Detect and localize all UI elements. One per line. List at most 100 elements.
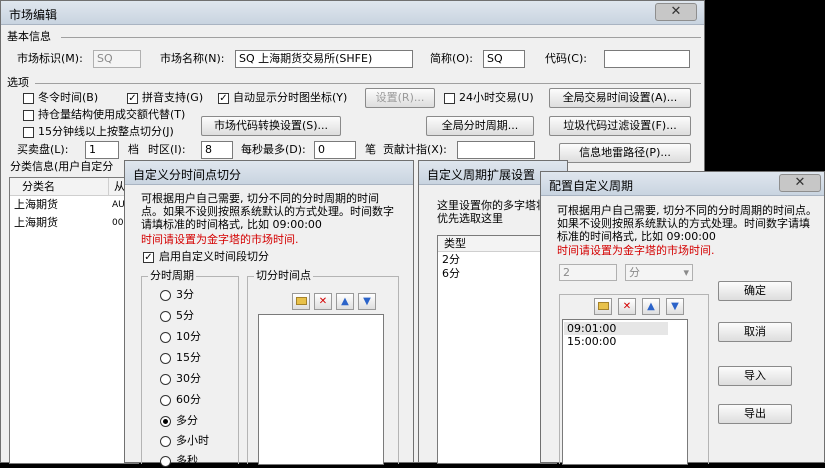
config-times-list[interactable]: 09:01:00 15:00:00: [562, 319, 688, 465]
delete-icon: ✕: [622, 301, 632, 312]
list-item[interactable]: 15:00:00: [564, 335, 668, 348]
config-period-close-button[interactable]: ✕: [779, 174, 821, 192]
timezone-input[interactable]: 8: [201, 141, 233, 159]
config-period-titlebar[interactable]: 配置自定义周期 ✕: [541, 172, 824, 196]
split-time-desc: 可根据用户自己需要, 切分不同的分时周期的时间点。如果不设则按照系统默认的方式处…: [141, 192, 399, 232]
basic-info-divider: [61, 37, 701, 38]
market-name-input[interactable]: SQ 上海期货交易所(SHFE): [235, 50, 413, 68]
period-label-multi-hour: 多小时: [176, 434, 209, 447]
split-time-dialog: 自定义分时间点切分 可根据用户自己需要, 切分不同的分时周期的时间点。如果不设则…: [124, 160, 414, 467]
auto-show-coord-checkbox[interactable]: ✓: [218, 93, 229, 104]
period-radio-3min[interactable]: [160, 290, 171, 301]
split-points-list[interactable]: [258, 314, 384, 465]
column-header-name[interactable]: 分类名: [22, 180, 55, 194]
winter-time-label: 冬令时间(B): [38, 91, 99, 104]
column-header-type[interactable]: 类型: [444, 237, 466, 251]
pinyin-checkbox[interactable]: ✓: [127, 93, 138, 104]
cancel-button[interactable]: 取消: [718, 322, 792, 342]
period-radio-60min[interactable]: [160, 395, 171, 406]
winter-time-checkbox[interactable]: [23, 93, 34, 104]
config-period-desc-text: 可根据用户自己需要, 切分不同的分时周期的时间点。如果不设则按照系统默认的方式处…: [557, 204, 817, 243]
table-row[interactable]: 上海期货 AU: [10, 196, 138, 213]
enable-custom-split-checkbox[interactable]: ✓: [143, 252, 154, 263]
market-id-input[interactable]: SQ: [93, 50, 141, 68]
chevron-down-icon: ▾: [683, 266, 689, 279]
column-divider: [108, 178, 109, 195]
period-radio-multi-sec[interactable]: [160, 456, 171, 467]
split-time-desc-text: 可根据用户自己需要, 切分不同的分时周期的时间点。如果不设则按照系统默认的方式处…: [141, 192, 394, 231]
class-table-header: 分类名 从: [10, 178, 138, 196]
period-label-30min: 30分: [176, 372, 201, 385]
list-item[interactable]: 09:01:00: [564, 322, 668, 335]
time-value: 09:01:00: [567, 322, 617, 335]
market-id-label: 市场标识(M):: [17, 52, 83, 65]
split-time-titlebar[interactable]: 自定义分时间点切分: [125, 161, 413, 185]
buysell-input[interactable]: 1: [85, 141, 119, 159]
row-from-cell: AU: [112, 200, 125, 210]
code-input[interactable]: [604, 50, 690, 68]
period-radio-5min[interactable]: [160, 311, 171, 322]
period-extension-list[interactable]: 类型 2分 6分: [437, 235, 557, 464]
period-label-10min: 10分: [176, 330, 201, 343]
auto-show-coord-label: 自动显示分时图坐标(Y): [233, 91, 348, 104]
move-down-button[interactable]: ▼: [666, 298, 684, 315]
add-folder-button[interactable]: [594, 298, 612, 315]
grade-label: 档: [128, 143, 139, 156]
delete-button[interactable]: ✕: [618, 298, 636, 315]
24h-trade-checkbox[interactable]: [444, 93, 455, 104]
market-code-convert-button[interactable]: 市场代码转换设置(S)...: [201, 116, 341, 136]
period-radio-multi-min[interactable]: [160, 416, 171, 427]
per-unit-label: 笔: [365, 143, 376, 156]
global-trade-time-button[interactable]: 全局交易时间设置(A)...: [549, 88, 691, 108]
list-item[interactable]: 6分: [442, 267, 460, 281]
delete-icon: ✕: [318, 296, 328, 307]
24h-trade-label: 24小时交易(U): [459, 91, 534, 104]
folder-icon: [597, 302, 609, 310]
class-table[interactable]: 分类名 从 上海期货 AU 上海期货 000: [9, 177, 139, 464]
delete-button[interactable]: ✕: [314, 293, 332, 310]
move-down-button[interactable]: ▼: [358, 293, 376, 310]
position-structure-checkbox[interactable]: [23, 110, 34, 121]
list-item[interactable]: 2分: [442, 253, 460, 267]
table-row[interactable]: 上海期货 000: [10, 214, 138, 231]
period-label-multi-min: 多分: [176, 414, 198, 427]
buysell-label: 买卖盘(L):: [17, 143, 69, 156]
period-number-input[interactable]: 2: [559, 264, 617, 281]
market-name-label: 市场名称(N):: [160, 52, 225, 65]
market-edit-titlebar[interactable]: 市场编辑 ✕: [1, 1, 704, 25]
15min-split-checkbox[interactable]: [23, 127, 34, 138]
add-folder-button[interactable]: [292, 293, 310, 310]
junk-code-filter-button[interactable]: 垃圾代码过滤设置(F)...: [549, 116, 691, 136]
import-button[interactable]: 导入: [718, 366, 792, 386]
market-edit-close-button[interactable]: ✕: [655, 3, 697, 21]
config-period-desc: 可根据用户自己需要, 切分不同的分时周期的时间点。如果不设则按照系统默认的方式处…: [557, 204, 819, 244]
settings-button[interactable]: 设置(R)...: [365, 88, 435, 108]
move-up-button[interactable]: ▲: [336, 293, 354, 310]
per-second-input[interactable]: 0: [314, 141, 356, 159]
move-up-button[interactable]: ▲: [642, 298, 660, 315]
split-points-group-title: 切分时间点: [254, 269, 313, 283]
period-radio-10min[interactable]: [160, 332, 171, 343]
close-icon: ✕: [794, 175, 806, 190]
section-options: 选项: [7, 76, 29, 89]
short-name-label: 简称(O):: [430, 52, 473, 65]
short-name-input[interactable]: SQ: [483, 50, 525, 68]
check-icon: ✓: [219, 93, 228, 104]
arrow-up-icon: ▲: [647, 301, 655, 312]
per-second-label: 每秒最多(D):: [241, 143, 306, 156]
period-radio-30min[interactable]: [160, 374, 171, 385]
period-radio-15min[interactable]: [160, 353, 171, 364]
row-name-cell: 上海期货: [14, 198, 58, 211]
market-edit-title: 市场编辑: [9, 8, 58, 22]
period-unit-select[interactable]: 分 ▾: [625, 264, 693, 281]
period-label-5min: 5分: [176, 309, 194, 322]
global-period-button[interactable]: 全局分时周期...: [426, 116, 534, 136]
ok-button[interactable]: 确定: [718, 281, 792, 301]
export-button[interactable]: 导出: [718, 404, 792, 424]
contrib-label: 贡献计指(X):: [383, 143, 447, 156]
info-mine-path-button[interactable]: 信息地雷路径(P)...: [559, 143, 691, 163]
period-extension-desc-text: 这里设置你的多字塔将优先选取这里: [437, 199, 547, 225]
contrib-input[interactable]: [457, 141, 535, 159]
period-radio-multi-hour[interactable]: [160, 436, 171, 447]
check-icon: ✓: [128, 93, 137, 104]
